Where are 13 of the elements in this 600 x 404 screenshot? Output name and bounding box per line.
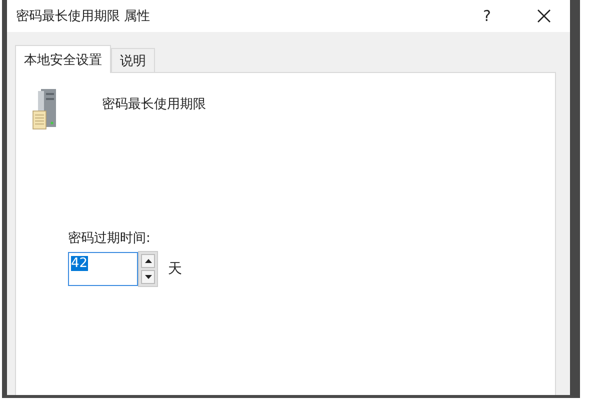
tab[interactable]: 说明: [111, 48, 155, 72]
unit-label: 天: [168, 260, 182, 278]
up-arrow-icon: [144, 259, 152, 263]
spin-up-button[interactable]: [141, 254, 155, 268]
close-icon[interactable]: [536, 8, 552, 24]
number-field[interactable]: 42: [68, 252, 138, 286]
policy-name: 密码最长使用期限: [102, 96, 206, 113]
field-label: 密码过期时间:: [68, 230, 152, 247]
down-arrow-icon: [144, 275, 152, 279]
help-button[interactable]: ?: [483, 7, 491, 25]
spin-down-button[interactable]: [141, 270, 155, 284]
window-title: 密码最长使用期限 属性: [16, 8, 152, 25]
tab[interactable]: 本地安全设置: [15, 45, 111, 73]
